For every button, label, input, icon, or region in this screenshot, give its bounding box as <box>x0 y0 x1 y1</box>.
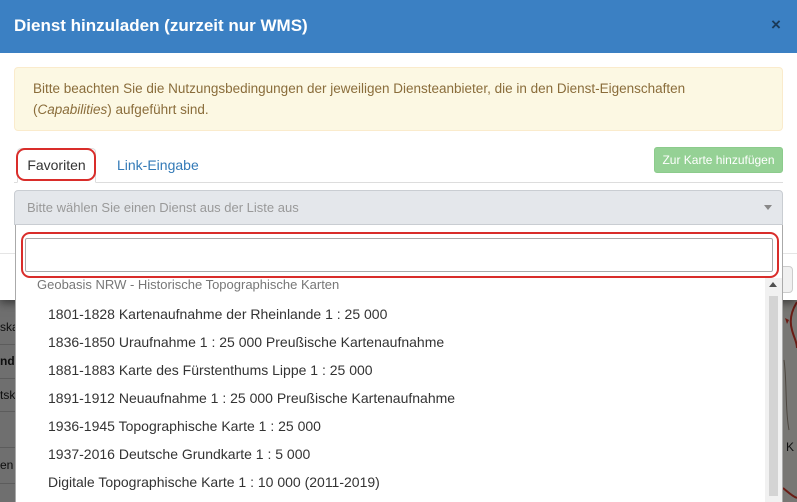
scroll-up-arrow-icon[interactable] <box>769 282 777 287</box>
add-to-map-button[interactable]: Zur Karte hinzufügen <box>654 147 783 173</box>
terms-alert: Bitte beachten Sie die Nutzungsbedingung… <box>14 67 783 131</box>
service-option[interactable]: 1936-1945 Topographische Karte 1 : 25 00… <box>16 412 782 440</box>
option-group-label: Geobasis NRW - Historische Topographisch… <box>37 278 340 292</box>
modal-header: Dienst hinzuladen (zurzeit nur WMS) × <box>0 0 797 53</box>
service-select-placeholder: Bitte wählen Sie einen Dienst aus der Li… <box>27 200 299 215</box>
service-option[interactable]: Digitale Topographische Karte 1 : 10 000… <box>16 468 782 496</box>
tab-link-eingabe[interactable]: Link-Eingabe <box>104 148 212 183</box>
alert-text: ) aufgeführt sind. <box>107 102 209 117</box>
service-option[interactable]: 1891-1912 Neuaufnahme 1 : 25 000 Preußis… <box>16 384 782 412</box>
alert-text: Bitte beachten Sie die Nutzungsbedingung… <box>33 81 686 96</box>
service-search-input[interactable] <box>25 238 773 272</box>
service-option[interactable]: 1881-1883 Karte des Fürstenthums Lippe 1… <box>16 356 782 384</box>
service-option[interactable]: 1836-1850 Uraufnahme 1 : 25 000 Preußisc… <box>16 328 782 356</box>
service-select[interactable]: Bitte wählen Sie einen Dienst aus der Li… <box>14 190 783 225</box>
service-option[interactable]: 1801-1828 Kartenaufnahme der Rheinlande … <box>16 300 782 328</box>
service-option[interactable]: 1937-2016 Deutsche Grundkarte 1 : 5 000 <box>16 440 782 468</box>
alert-term: Capabilities <box>37 102 108 117</box>
service-dropdown: Geobasis NRW - Historische Topographisch… <box>15 225 783 502</box>
close-icon[interactable]: × <box>768 14 784 36</box>
tab-favoriten[interactable]: Favoriten <box>17 148 96 183</box>
scrollbar-thumb[interactable] <box>769 296 778 496</box>
modal-title: Dienst hinzuladen (zurzeit nur WMS) <box>14 16 308 35</box>
service-option-list: Geobasis NRW - Historische Topographisch… <box>16 278 782 502</box>
caret-down-icon <box>764 205 772 210</box>
dropdown-scrollbar[interactable] <box>765 278 782 502</box>
